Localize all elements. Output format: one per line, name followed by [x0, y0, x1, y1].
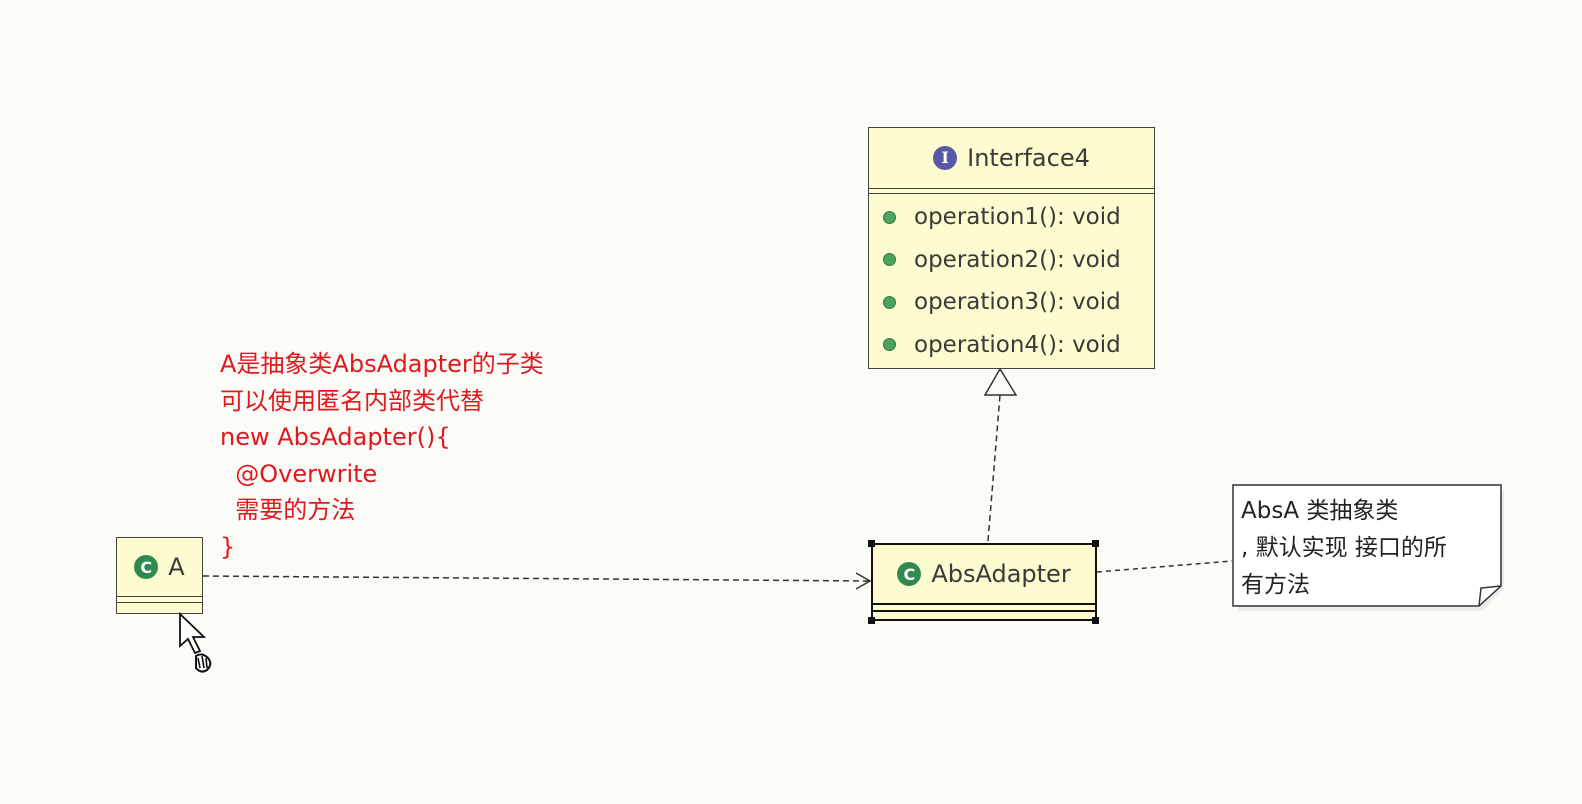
abs-adapter-header: C AbsAdapter	[873, 545, 1095, 603]
note-line: AbsA 类抽象类	[1241, 498, 1399, 524]
public-method-icon	[883, 295, 896, 309]
class-a-box[interactable]: C A	[116, 537, 203, 614]
public-method-icon	[883, 210, 896, 224]
class-badge-icon: C	[897, 562, 922, 586]
interface-separator	[869, 188, 1154, 189]
operation-item[interactable]: operation4(): void	[869, 324, 1154, 367]
comment-line: }	[220, 532, 236, 561]
operation-label: operation2(): void	[914, 246, 1121, 273]
class-a-name: A	[168, 553, 185, 581]
realization-arrowhead-icon	[983, 367, 1018, 396]
comment-line: A是抽象类AbsAdapter的子类	[220, 350, 544, 378]
dependency-arrowhead-icon	[855, 572, 872, 590]
note-line: , 默认实现 接口的所	[1241, 535, 1447, 561]
abs-adapter-separator	[873, 603, 1095, 605]
comment-line: new AbsAdapter(){	[220, 423, 451, 451]
operation-item[interactable]: operation3(): void	[869, 281, 1154, 324]
note-text: AbsA 类抽象类 , 默认实现 接口的所 有方法	[1241, 493, 1499, 604]
interface-name: Interface4	[967, 143, 1090, 172]
annotation-comment: A是抽象类AbsAdapter的子类 可以使用匿名内部类代替 new AbsAd…	[220, 346, 544, 565]
class-a-separator	[117, 596, 202, 597]
hand-cursor-icon	[179, 612, 212, 673]
class-badge-icon: C	[134, 555, 159, 579]
interface-header: I Interface4	[869, 128, 1154, 187]
interface-badge-icon: I	[933, 145, 958, 170]
class-a-header: C A	[117, 538, 202, 596]
comment-line: 可以使用匿名内部类代替	[220, 386, 484, 415]
abs-adapter-separator	[873, 610, 1095, 612]
operation-label: operation4(): void	[914, 331, 1121, 358]
interface-box[interactable]: I Interface4 operation1(): void operatio…	[868, 127, 1155, 369]
comment-line: @Overwrite	[220, 459, 378, 488]
selection-handle[interactable]	[1092, 617, 1099, 624]
note-anchor-line	[1096, 560, 1233, 573]
operation-label: operation1(): void	[914, 204, 1121, 231]
public-method-icon	[883, 253, 896, 267]
selection-handle[interactable]	[868, 540, 875, 547]
operation-item[interactable]: operation1(): void	[869, 196, 1154, 239]
realization-line	[987, 394, 1001, 542]
class-a-separator	[117, 602, 202, 603]
note-box[interactable]: AbsA 类抽象类 , 默认实现 接口的所 有方法	[1232, 484, 1504, 611]
selection-handle[interactable]	[868, 617, 875, 624]
public-method-icon	[883, 338, 896, 352]
selection-handle[interactable]	[1092, 540, 1099, 547]
operations-list: operation1(): void operation2(): void op…	[869, 194, 1154, 366]
abs-adapter-name: AbsAdapter	[931, 560, 1071, 588]
note-line: 有方法	[1241, 572, 1310, 598]
operation-item[interactable]: operation2(): void	[869, 239, 1154, 282]
comment-line: 需要的方法	[220, 496, 356, 524]
abs-adapter-box[interactable]: C AbsAdapter	[871, 543, 1097, 621]
dependency-line	[202, 575, 871, 582]
operation-label: operation3(): void	[914, 289, 1121, 316]
